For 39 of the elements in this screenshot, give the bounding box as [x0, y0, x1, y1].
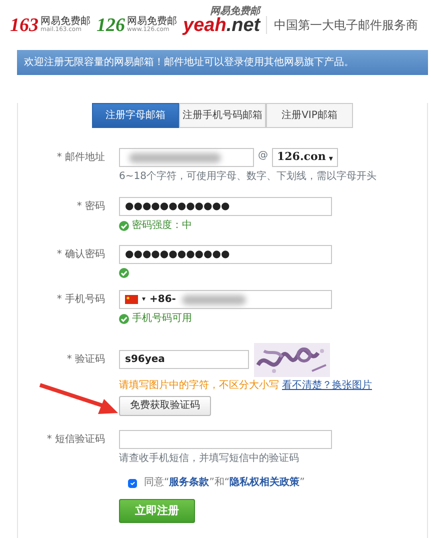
hint-text: 6~18个字符，可使用字母、数字、下划线，需以字母开头: [119, 171, 376, 183]
logo-subtitle: 网易免费邮: [40, 17, 90, 27]
status-text: 密码强度：中: [132, 220, 192, 232]
logo-suffix: .net: [226, 14, 260, 36]
status-text: 手机号码可用: [132, 313, 192, 325]
agree-checkbox[interactable]: [128, 478, 137, 488]
password-field[interactable]: ●●●●●●●●●●●●: [119, 245, 332, 264]
flag-icon: [125, 295, 138, 304]
slogan-text: 中国第一大电子邮件服务商: [266, 16, 418, 34]
terms-link[interactable]: 服务条款: [169, 477, 210, 488]
at-sign: @: [258, 149, 268, 163]
domain-select[interactable]: 126.con ▾: [272, 148, 338, 167]
logo-subtitle: 网易免费邮: [127, 17, 177, 27]
logo-subtitle: 网易免费邮: [210, 6, 260, 16]
logo-word: yeah: [183, 14, 226, 36]
field-label: * 邮件地址: [56, 150, 106, 165]
field-label: * 验证码: [66, 353, 106, 367]
tab[interactable]: 注册字母邮箱: [92, 103, 179, 128]
field-label: * 密码: [76, 200, 106, 214]
logo-number: 163: [10, 16, 38, 34]
caret-icon: ▾: [328, 152, 333, 164]
privacy-link[interactable]: 隐私权相关政策: [230, 477, 300, 488]
sms-code-field[interactable]: [119, 430, 332, 449]
tab[interactable]: 注册手机号码邮箱: [179, 103, 266, 128]
field-label: * 手机号码: [56, 292, 106, 307]
phone-prefix: +86-: [150, 293, 176, 307]
captcha-field[interactable]: s96yea: [119, 350, 249, 369]
password-field[interactable]: ●●●●●●●●●●●●: [119, 197, 332, 216]
tab[interactable]: 注册VIP邮箱: [266, 103, 353, 128]
welcome-banner: 欢迎注册无限容量的网易邮箱！邮件地址可以登录使用其他网易旗下产品。: [17, 50, 428, 75]
logo-number: 126: [96, 16, 125, 34]
field-label: * 确认密码: [56, 248, 106, 262]
email-field[interactable]: [119, 148, 254, 167]
hint-text: 请查收手机短信，并填写短信中的验证码: [119, 453, 299, 465]
get-code-button[interactable]: 免费获取验证码: [119, 396, 211, 416]
agreement-text: 同意“服务条款”和“隐私权相关政策”: [144, 477, 305, 489]
field-label: * 短信验证码: [46, 433, 106, 447]
captcha-hint: 请填写图片中的字符，不区分大小写: [119, 380, 279, 392]
refresh-link[interactable]: 看不清楚？换张图片: [282, 380, 372, 392]
